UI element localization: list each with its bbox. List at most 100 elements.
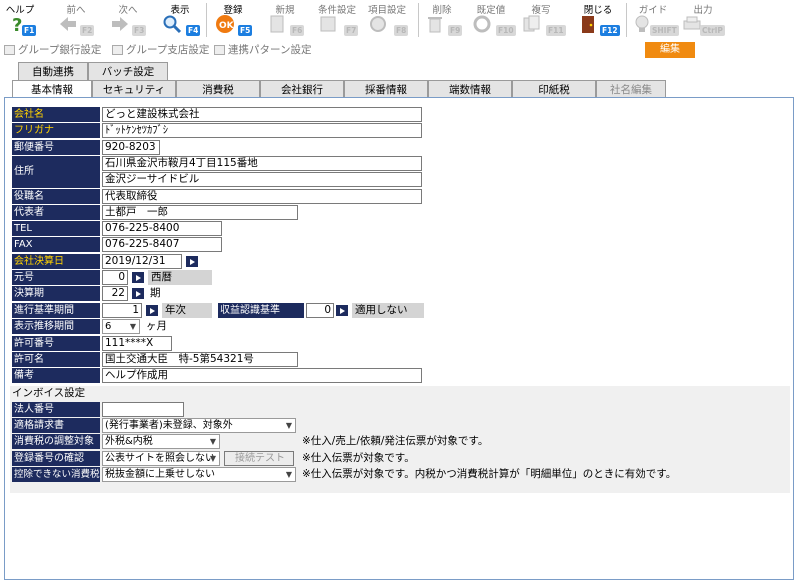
close-button[interactable]: 閉じる F12 [574,0,622,40]
svg-text:OK: OK [219,21,235,31]
connection-test-button[interactable]: 接続テスト [224,451,294,466]
link-gear-icon [214,45,225,55]
edit-button[interactable]: 編集 [645,42,695,58]
copy-button[interactable]: 複写 F11 [518,0,566,40]
corp-number-label: 法人番号 [12,402,100,417]
tax-adjust-label: 消費税の調整対象 [12,434,100,449]
item-settings-button[interactable]: 項目設定 F8 [364,0,410,40]
progress-base-lookup-button[interactable] [146,305,158,316]
permit-number-field[interactable]: 111****X [102,336,172,351]
era-label: 元号 [12,270,100,285]
reg-check-select[interactable]: 公表サイトを照会しない ▼ [102,451,220,466]
fax-label: FAX [12,237,100,252]
remarks-field[interactable]: ヘルプ作成用 [102,368,422,383]
non-deductible-note: ※仕入伝票が対象です。内税かつ消費税計算が「明細単位」のときに有効です。 [302,468,677,480]
link-pattern-settings-link[interactable]: 連携パターン設定 [212,42,311,58]
tab-company-name-edit[interactable]: 社名編集 [596,80,666,98]
corp-number-field[interactable] [102,402,184,417]
default-value-button[interactable]: 既定値 F10 [468,0,516,40]
representative-field[interactable]: 土都戸 一郎 [102,205,298,220]
chevron-down-icon: ▼ [285,421,292,430]
tax-adjust-select[interactable]: 外税&内税 ▼ [102,434,220,449]
progress-base-label: 進行基準期間 [12,303,100,318]
copy-icon [523,15,540,32]
era-name: 西暦 [148,270,212,285]
progress-base-field[interactable]: 1 [102,303,142,318]
era-lookup-button[interactable] [132,272,144,283]
fiscal-date-label: 会社決算日 [12,254,100,269]
non-deductible-label: 控除できない消費税 [12,467,100,482]
tab-rounding-info[interactable]: 端数情報 [428,80,512,98]
toolbar: ヘルプ ? F1 前へ F2 次へ F3 表示 F4 登録 OK F5 新規 F… [0,0,798,40]
condition-settings-button[interactable]: 条件設定 F7 [314,0,360,40]
tab-consumption-tax[interactable]: 消費税 [176,80,260,98]
permit-number-label: 許可番号 [12,336,100,351]
address-line1-field[interactable]: 石川県金沢市鞍月4丁目115番地 [102,156,422,171]
magnifier-icon [163,15,182,34]
tab-stamp-tax[interactable]: 印紙税 [512,80,596,98]
guide-button[interactable]: ガイド SHIFT [630,0,679,40]
tab-basic-info[interactable]: 基本情報 [12,80,92,98]
toolbar-separator [418,3,419,37]
display-period-select[interactable]: 6 ▼ [102,319,140,334]
tab-batch-settings[interactable]: バッチ設定 [88,62,168,80]
title-field[interactable]: 代表取締役 [102,189,422,204]
tab-company-bank[interactable]: 会社銀行 [260,80,344,98]
revenue-standard-lookup-button[interactable] [336,305,348,316]
invoice-section-title: インボイス設定 [12,387,86,399]
door-icon [582,16,594,33]
chevron-down-icon: ▼ [209,454,216,463]
furigana-label: フリガナ [12,123,100,138]
next-arrow-icon [112,17,128,31]
qualified-invoice-select[interactable]: (発行事業者)未登録、対象外 ▼ [102,418,296,433]
fiscal-period-label: 決算期 [12,286,100,301]
furigana-field[interactable]: ﾄﾞｯﾄｹﾝｾﾂｶﾌﾞｼ [102,123,422,138]
remarks-label: 備考 [12,368,100,383]
company-name-field[interactable]: どっと建設株式会社 [102,107,422,122]
tab-auto-link[interactable]: 自動連携 [18,62,88,80]
non-deductible-select[interactable]: 税抜金額に上乗せしない ▼ [102,467,296,482]
refresh-icon [473,15,491,33]
print-button[interactable]: 出力 CtrlP [680,0,726,40]
postal-code-field[interactable]: 920-8203 [102,140,160,155]
permit-name-field[interactable]: 国土交通大臣 特-5第54321号 [102,352,298,367]
ok-icon: OK [216,15,235,33]
tab-security[interactable]: セキュリティ [92,80,176,98]
reg-check-note: ※仕入伝票が対象です。 [302,452,415,464]
fiscal-date-picker-button[interactable] [186,256,198,267]
delete-button[interactable]: 削除 F9 [422,0,463,40]
lightbulb-icon [635,15,649,32]
tab-numbering-info[interactable]: 採番情報 [344,80,428,98]
view-button[interactable]: 表示 F4 [160,0,201,40]
reg-check-label: 登録番号の確認 [12,451,100,466]
gear-icon [370,16,386,32]
printer-icon [683,16,701,30]
new-document-icon [270,15,284,33]
help-button[interactable]: ヘルプ ? F1 [0,0,40,40]
register-button[interactable]: 登録 OK F5 [212,0,254,40]
fax-field[interactable]: 076-225-8407 [102,237,222,252]
company-name-label: 会社名 [12,107,100,122]
svg-text:?: ? [12,15,22,34]
fiscal-period-field[interactable]: 22 [102,286,128,301]
fiscal-date-field[interactable]: 2019/12/31 [102,254,182,269]
postal-code-label: 郵便番号 [12,140,100,155]
tel-field[interactable]: 076-225-8400 [102,221,222,236]
revenue-standard-field[interactable]: 0 [306,303,334,318]
address-line2-field[interactable]: 金沢ジーサイドビル [102,172,422,187]
group-bank-settings-link[interactable]: グループ銀行設定 [2,42,101,58]
chevron-down-icon: ▼ [285,470,292,479]
filter-icon [320,16,336,32]
new-button[interactable]: 新規 F6 [264,0,306,40]
tax-adjust-note: ※仕入/売上/依頼/発注伝票が対象です。 [302,435,489,447]
fiscal-period-lookup-button[interactable] [132,288,144,299]
display-period-label: 表示推移期間 [12,319,100,334]
revenue-standard-name: 適用しない [352,303,424,318]
fiscal-period-unit: 期 [150,287,161,299]
next-button[interactable]: 次へ F3 [108,0,148,40]
prev-button[interactable]: 前へ F2 [56,0,96,40]
qualified-invoice-label: 適格請求書 [12,418,100,433]
group-branch-settings-link[interactable]: グループ支店設定 [110,42,209,58]
revenue-standard-label: 収益認識基準 [218,303,304,318]
era-field[interactable]: 0 [102,270,128,285]
